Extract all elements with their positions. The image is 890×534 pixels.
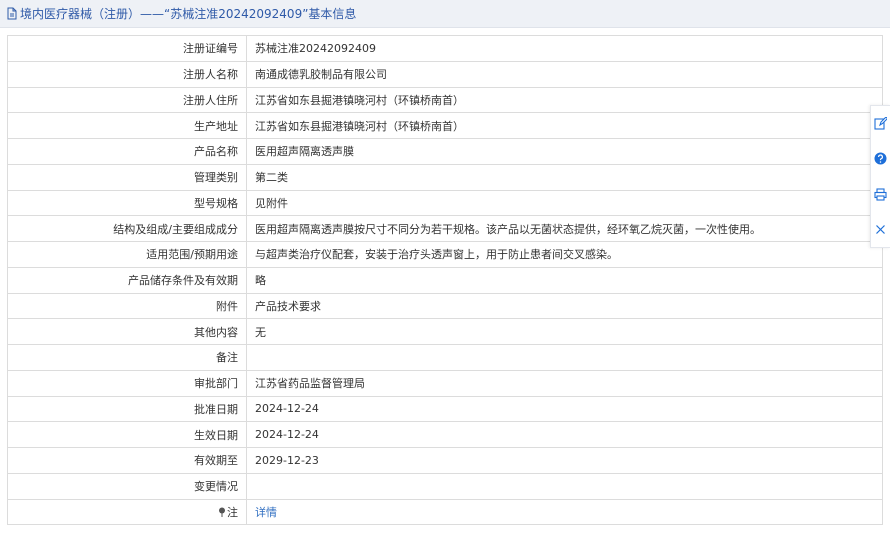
field-label: 附件	[7, 292, 247, 320]
field-label: 产品名称	[7, 138, 247, 165]
field-value: 2029-12-23	[246, 447, 883, 474]
field-value: 见附件	[246, 189, 883, 217]
field-label: 备注	[7, 344, 247, 371]
field-value: 医用超声隔离透声膜按尺寸不同分为若干规格。该产品以无菌状态提供，经环氧乙烷灭菌，…	[246, 215, 883, 242]
table-row: 注册人名称 南通成德乳胶制品有限公司	[7, 60, 883, 88]
table-row: 产品名称 医用超声隔离透声膜	[7, 138, 883, 165]
table-row: 注册人住所 江苏省如东县掘港镇晓河村（环镇桥南首）	[7, 86, 883, 114]
field-label: 生产地址	[7, 112, 247, 139]
field-label: 批准日期	[7, 395, 247, 423]
field-label: 审批部门	[7, 369, 247, 397]
document-icon	[6, 7, 18, 20]
field-value: 江苏省如东县掘港镇晓河村（环镇桥南首）	[246, 112, 883, 139]
side-toolbar	[870, 105, 890, 248]
close-icon[interactable]	[873, 221, 889, 237]
details-link[interactable]: 详情	[255, 506, 277, 519]
field-label: 注册人住所	[7, 86, 247, 114]
table-row-note: 注 详情	[7, 498, 883, 526]
field-label: 注册证编号	[7, 35, 247, 62]
table-row: 结构及组成/主要组成成分 医用超声隔离透声膜按尺寸不同分为若干规格。该产品以无菌状…	[7, 215, 883, 242]
field-value: 江苏省如东县掘港镇晓河村（环镇桥南首）	[246, 86, 883, 114]
field-value: 南通成德乳胶制品有限公司	[246, 60, 883, 88]
table-row: 生产地址 江苏省如东县掘港镇晓河村（环镇桥南首）	[7, 112, 883, 139]
field-label: 产品储存条件及有效期	[7, 266, 247, 294]
page-title: 境内医疗器械（注册）——“苏械注准20242092409”基本信息	[20, 7, 357, 21]
field-label: 变更情况	[7, 472, 247, 500]
field-label: 有效期至	[7, 447, 247, 474]
table-row: 批准日期 2024-12-24	[7, 395, 883, 423]
table-row: 生效日期 2024-12-24	[7, 421, 883, 448]
print-icon[interactable]	[873, 186, 889, 202]
field-value: 医用超声隔离透声膜	[246, 138, 883, 165]
field-value: 详情	[246, 498, 883, 526]
field-value: 产品技术要求	[246, 292, 883, 320]
table-row: 其他内容无	[7, 318, 883, 345]
table-row: 产品储存条件及有效期略	[7, 266, 883, 294]
page-header: 境内医疗器械（注册）——“苏械注准20242092409”基本信息	[0, 0, 890, 28]
field-value	[246, 472, 883, 500]
field-value: 2024-12-24	[246, 395, 883, 423]
field-label: 管理类别	[7, 163, 247, 191]
table-row: 有效期至 2029-12-23	[7, 447, 883, 474]
field-value: 与超声类治疗仪配套，安装于治疗头透声窗上，用于防止患者间交叉感染。	[246, 241, 883, 268]
edit-icon[interactable]	[873, 116, 889, 132]
field-value	[246, 344, 883, 371]
field-label: 结构及组成/主要组成成分	[7, 215, 247, 242]
table-row: 管理类别 第二类	[7, 163, 883, 191]
table-row: 注册证编号 苏械注准20242092409	[7, 35, 883, 62]
table-row: 适用范围/预期用途 与超声类治疗仪配套，安装于治疗头透声窗上，用于防止患者间交叉感…	[7, 241, 883, 268]
table-row: 审批部门 江苏省药品监督管理局	[7, 369, 883, 397]
field-label: 生效日期	[7, 421, 247, 448]
field-label: 其他内容	[7, 318, 247, 345]
table-row: 变更情况	[7, 472, 883, 500]
pin-icon	[218, 507, 226, 517]
field-value: 江苏省药品监督管理局	[246, 369, 883, 397]
device-info-table: 注册证编号 苏械注准20242092409 注册人名称 南通成德乳胶制品有限公司 注册人…	[7, 35, 883, 526]
table-row: 型号规格 见附件	[7, 189, 883, 217]
field-label: 注册人名称	[7, 60, 247, 88]
help-icon[interactable]	[873, 151, 889, 167]
field-value: 第二类	[246, 163, 883, 191]
field-value: 略	[246, 266, 883, 294]
note-label: 注	[227, 505, 238, 519]
field-label: 型号规格	[7, 189, 247, 217]
field-label: 适用范围/预期用途	[7, 241, 247, 268]
field-value: 无	[246, 318, 883, 345]
table-row: 附件 产品技术要求	[7, 292, 883, 320]
table-row: 备注	[7, 344, 883, 371]
field-label: 注	[7, 498, 247, 526]
field-value: 苏械注准20242092409	[246, 35, 883, 62]
field-value: 2024-12-24	[246, 421, 883, 448]
